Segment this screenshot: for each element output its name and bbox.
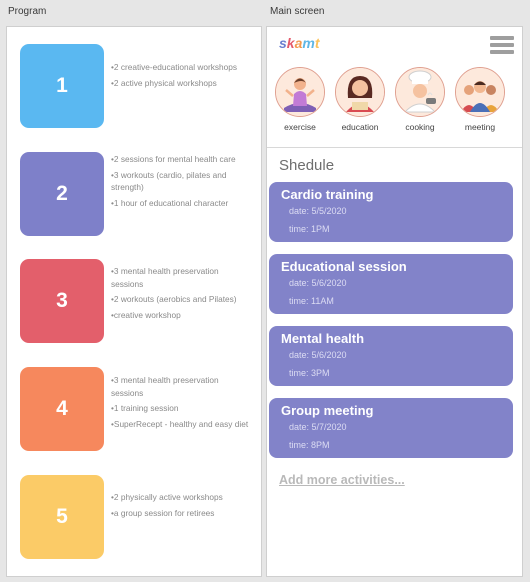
logo-letter: s xyxy=(279,35,287,51)
app-logo: skamt xyxy=(279,35,320,51)
program-panel: 1 2 creative-educational workshops 2 act… xyxy=(6,26,262,577)
event-date: date: 5/6/2020 xyxy=(289,278,347,288)
group-icon xyxy=(455,67,505,117)
chef-icon xyxy=(395,67,445,117)
program-2-list: 2 sessions for mental health care 3 work… xyxy=(111,153,253,212)
logo-letter: k xyxy=(286,35,295,51)
list-item: 2 physically active workshops xyxy=(111,491,253,504)
event-title: Mental health xyxy=(281,331,365,346)
logo-letter: m xyxy=(302,35,315,51)
list-item: a group session for retirees xyxy=(111,507,253,520)
event-title: Group meeting xyxy=(281,403,374,418)
program-5-list: 2 physically active workshops a group se… xyxy=(111,491,253,522)
list-item: 1 training session xyxy=(111,402,253,415)
program-card-4[interactable]: 4 xyxy=(20,367,104,451)
program-card-1[interactable]: 1 xyxy=(20,44,104,128)
category-cooking[interactable]: cooking xyxy=(391,67,449,132)
program-3-list: 3 mental health preservation sessions 2 … xyxy=(111,265,253,324)
schedule-title: Shedule xyxy=(279,157,335,174)
list-item: 2 active physical workshops xyxy=(111,77,253,90)
main-screen-label: Main screen xyxy=(270,6,325,17)
list-item: 3 workouts (cardio, pilates and strength… xyxy=(111,169,253,194)
hamburger-menu-icon[interactable] xyxy=(490,36,514,56)
category-label: cooking xyxy=(405,122,435,132)
logo-letter: t xyxy=(314,35,320,51)
event-date: date: 5/7/2020 xyxy=(289,422,347,432)
category-label: exercise xyxy=(284,122,316,132)
list-item: creative workshop xyxy=(111,309,253,322)
program-card-3[interactable]: 3 xyxy=(20,259,104,343)
education-icon xyxy=(335,67,385,117)
category-meeting[interactable]: meeting xyxy=(451,67,509,132)
list-item: 3 mental health preservation sessions xyxy=(111,265,253,290)
event-card-mental-health[interactable]: Mental health date: 5/6/2020 time: 3PM xyxy=(269,326,513,386)
event-title: Cardio training xyxy=(281,187,374,202)
event-time: time: 1PM xyxy=(289,224,330,234)
list-item: 2 sessions for mental health care xyxy=(111,153,253,166)
event-card-group-meeting[interactable]: Group meeting date: 5/7/2020 time: 8PM xyxy=(269,398,513,458)
category-label: meeting xyxy=(464,122,496,132)
list-item: 1 hour of educational character xyxy=(111,197,253,210)
program-card-2[interactable]: 2 xyxy=(20,152,104,236)
category-label: education xyxy=(341,122,379,132)
program-1-list: 2 creative-educational workshops 2 activ… xyxy=(111,61,253,92)
event-title: Educational session xyxy=(281,259,407,274)
list-item: 2 creative-educational workshops xyxy=(111,61,253,74)
program-card-5[interactable]: 5 xyxy=(20,475,104,559)
category-exercise[interactable]: exercise xyxy=(271,67,329,132)
add-more-activities-link[interactable]: Add more activities... xyxy=(279,473,405,487)
divider xyxy=(267,147,522,148)
program-4-list: 3 mental health preservation sessions 1 … xyxy=(111,374,253,433)
logo-letter: a xyxy=(294,35,303,51)
meditation-icon xyxy=(275,67,325,117)
list-item: 2 workouts (aerobics and Pilates) xyxy=(111,293,253,306)
event-date: date: 5/6/2020 xyxy=(289,350,347,360)
event-time: time: 8PM xyxy=(289,440,330,450)
event-date: date: 5/5/2020 xyxy=(289,206,347,216)
app-screen: skamt exercise education cooking meeting… xyxy=(266,26,523,577)
program-panel-label: Program xyxy=(8,6,47,17)
list-item: SuperRecept - healthy and easy diet xyxy=(111,418,253,431)
event-card-cardio-training[interactable]: Cardio training date: 5/5/2020 time: 1PM xyxy=(269,182,513,242)
event-time: time: 3PM xyxy=(289,368,330,378)
event-card-educational-session[interactable]: Educational session date: 5/6/2020 time:… xyxy=(269,254,513,314)
list-item: 3 mental health preservation sessions xyxy=(111,374,253,399)
category-education[interactable]: education xyxy=(331,67,389,132)
event-time: time: 11AM xyxy=(289,296,334,306)
